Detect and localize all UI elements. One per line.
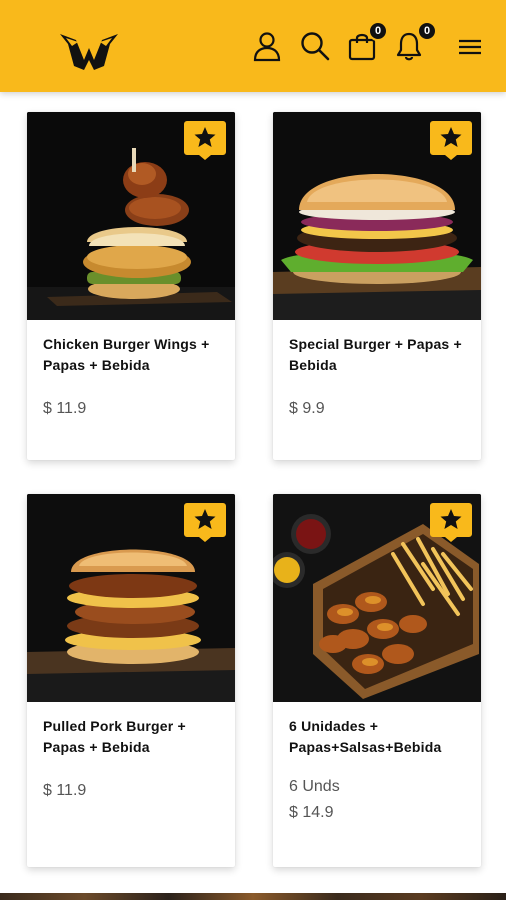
product-price: $ 14.9: [289, 804, 334, 821]
notifications-count-badge: 0: [417, 21, 437, 41]
product-price: $ 11.9: [43, 400, 87, 417]
product-title[interactable]: Special Burger + Papas + Bebida: [289, 334, 465, 376]
search-icon[interactable]: [297, 28, 333, 64]
product-image[interactable]: [27, 112, 235, 320]
product-price: $ 11.9: [43, 782, 87, 799]
product-title[interactable]: Chicken Burger Wings + Papas + Bebida: [43, 334, 219, 376]
product-image[interactable]: [273, 112, 481, 320]
favorite-button[interactable]: [429, 119, 473, 161]
menu-icon[interactable]: [451, 28, 487, 64]
wings-logo[interactable]: [58, 30, 120, 74]
favorite-button[interactable]: [183, 119, 227, 161]
favorite-button[interactable]: [183, 501, 227, 543]
app-header: 0 0: [0, 0, 506, 92]
bottom-banner-edge: [0, 893, 506, 900]
favorite-button[interactable]: [429, 501, 473, 543]
user-icon[interactable]: [249, 28, 285, 64]
product-card[interactable]: Pulled Pork Burger + Papas + Bebida $ 11…: [27, 494, 235, 867]
product-units: 6 Unds: [289, 778, 340, 795]
product-image[interactable]: [273, 494, 481, 702]
product-card[interactable]: Chicken Burger Wings + Papas + Bebida $ …: [27, 112, 235, 460]
product-card[interactable]: Special Burger + Papas + Bebida $ 9.9: [273, 112, 481, 460]
product-title[interactable]: 6 Unidades + Papas+Salsas+Bebida: [289, 716, 465, 758]
product-image[interactable]: [27, 494, 235, 702]
cart-count-badge: 0: [368, 21, 388, 41]
product-title[interactable]: Pulled Pork Burger + Papas + Bebida: [43, 716, 219, 758]
product-price: $ 9.9: [289, 400, 325, 417]
product-card[interactable]: 6 Unidades + Papas+Salsas+Bebida 6 Unds …: [273, 494, 481, 867]
